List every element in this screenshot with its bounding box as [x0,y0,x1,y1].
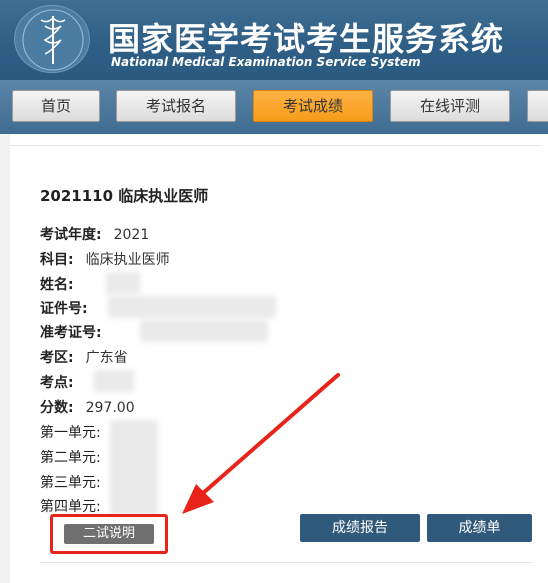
redacted-name [106,272,140,294]
field-exam-site: 考点: [40,372,74,394]
nav-online-assessment[interactable]: 在线评测 [390,90,510,122]
field-label: 姓名: [40,277,74,293]
field-label: 考区: [40,350,74,366]
left-gutter [0,134,10,583]
field-label: 第三单元: [40,475,101,491]
nav-home[interactable]: 首页 [12,90,100,122]
nav-exam-results[interactable]: 考试成绩 [253,90,373,122]
redacted-exam-site [94,370,134,392]
redacted-admission-number [140,320,268,342]
field-label: 第一单元: [40,425,101,441]
field-exam-year: 考试年度: 2021 [40,224,149,246]
second-exam-explanation-button[interactable]: 二试说明 [64,524,154,544]
field-unit-1: 第一单元: [40,422,101,444]
field-label: 第四单元: [40,499,101,515]
score-sheet-button[interactable]: 成绩单 [427,514,532,542]
redacted-unit-results [110,420,158,516]
field-unit-2: 第二单元: [40,447,101,469]
main-navigation: 首页 考试报名 考试成绩 在线评测 [0,80,548,134]
site-logo [14,5,90,73]
redacted-id-number [108,296,276,318]
field-value: 广东省 [85,350,128,366]
exam-title: 2021110 临床执业医师 [40,187,209,205]
field-score: 分数: 297.00 [40,397,135,419]
score-report-button[interactable]: 成绩报告 [300,514,420,542]
field-id-number: 证件号: [40,298,88,320]
field-label: 分数: [40,400,74,416]
site-header: 国家医学考试考生服务系统 National Medical Examinatio… [0,0,548,80]
field-label: 考点: [40,375,74,391]
system-title-english: National Medical Examination Service Sys… [111,55,421,69]
field-label: 第二单元: [40,450,101,466]
field-value: 2021 [113,227,150,243]
field-admission-number: 准考证号: [40,322,102,344]
field-name: 姓名: [40,274,74,296]
field-label: 科目: [40,252,74,268]
field-value: 297.00 [85,400,135,416]
field-label: 考试年度: [40,227,102,243]
system-title: 国家医学考试考生服务系统 [108,20,505,58]
nav-more[interactable] [527,90,548,122]
field-value: 临床执业医师 [85,252,170,268]
field-label: 证件号: [40,301,88,317]
caduceus-logo-icon [22,9,84,71]
field-exam-region: 考区: 广东省 [40,347,128,369]
field-label: 准考证号: [40,325,102,341]
divider [40,562,532,563]
field-subject: 科目: 临床执业医师 [40,249,170,271]
field-unit-3: 第三单元: [40,472,101,494]
nav-exam-registration[interactable]: 考试报名 [116,90,236,122]
